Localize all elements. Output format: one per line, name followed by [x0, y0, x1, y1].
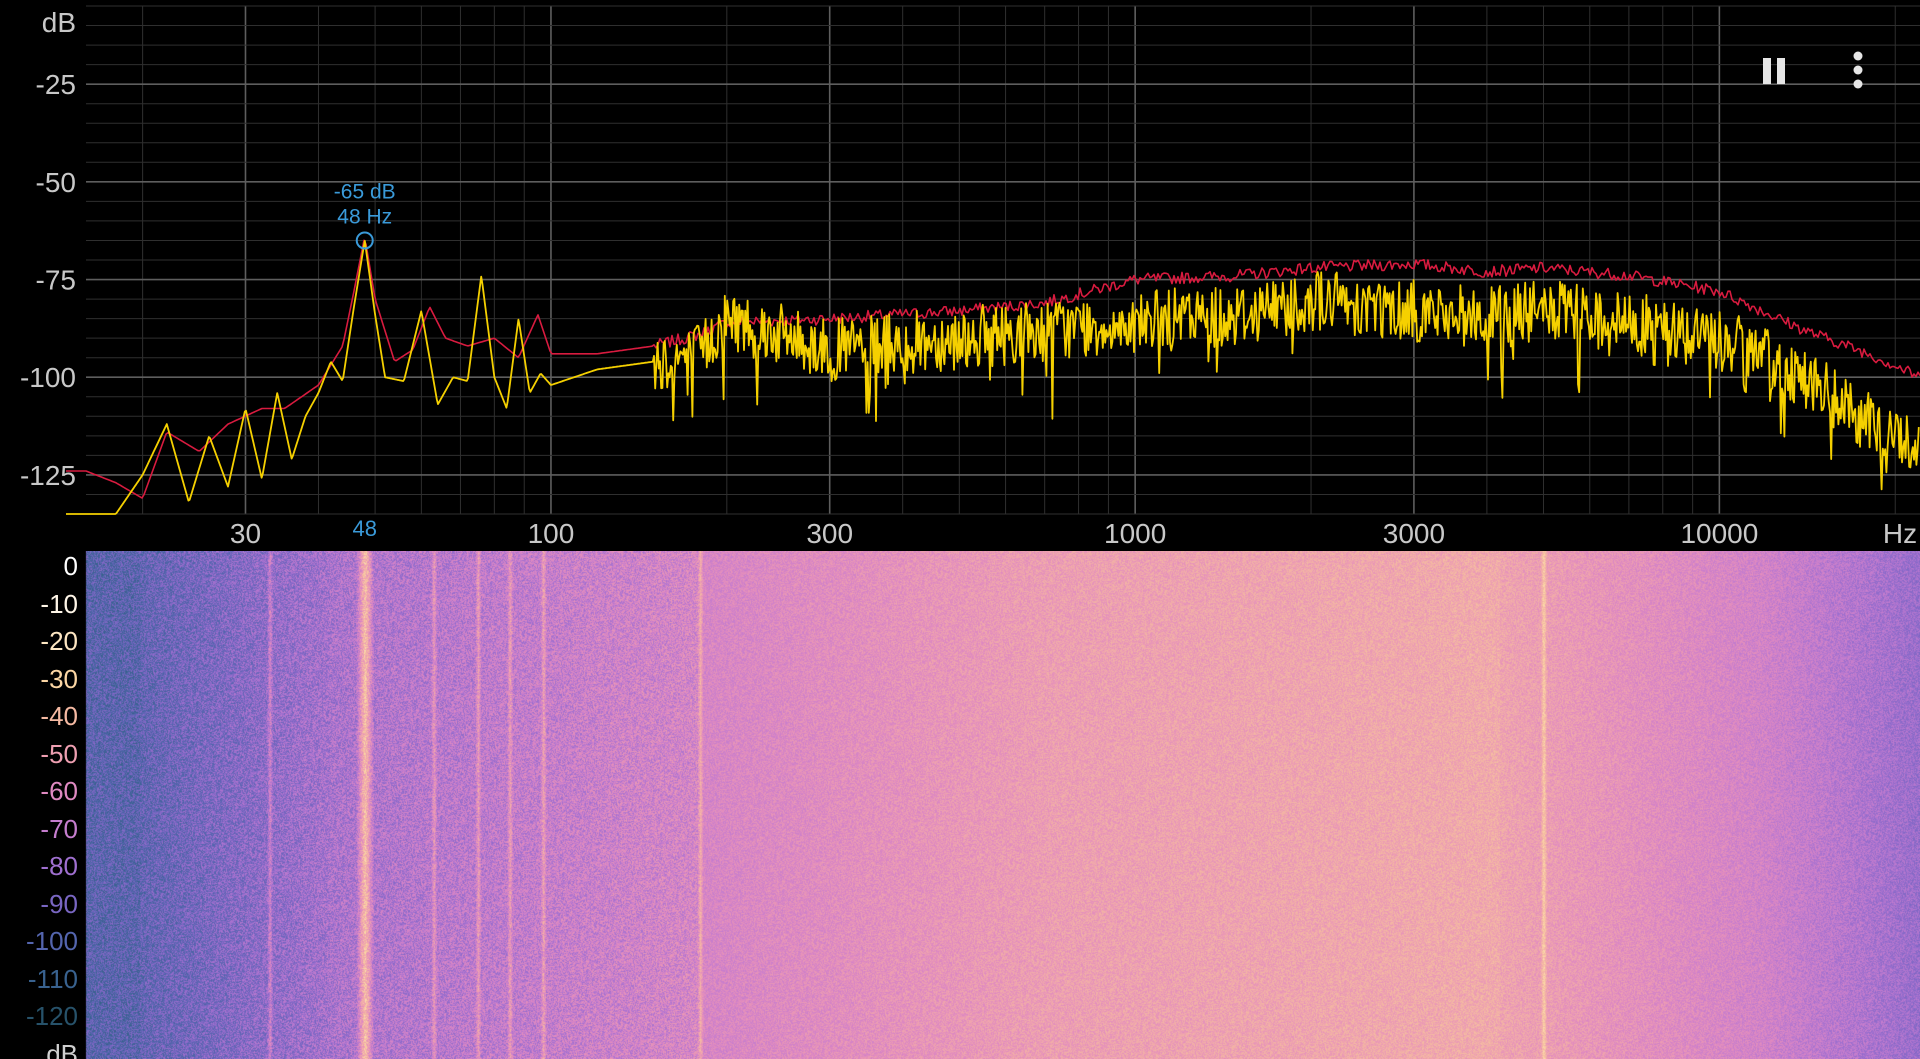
- y-tick-label: -25: [36, 69, 76, 100]
- x-unit-label: Hz: [1883, 518, 1917, 549]
- spectrogram-scale-label: -40: [40, 701, 78, 731]
- spectrogram[interactable]: [0, 551, 1920, 1059]
- spectrum-plot[interactable]: -25 -50 -75 -100 -125 dB 30 100 300 1000 3000 10000…: [0, 0, 1920, 551]
- spectrogram-scale-label: -80: [40, 851, 78, 881]
- audio-analyzer-screen: -25 -50 -75 -100 -125 dB 30 100 300 1000 3000 10000…: [0, 0, 1920, 1059]
- spectrogram-scale-label: -90: [40, 888, 78, 919]
- toolbar: [1752, 48, 1880, 92]
- x-tick-label: 30: [230, 518, 261, 549]
- x-tick-label: 10000: [1680, 518, 1758, 549]
- spectrogram-scale-label: -70: [40, 813, 78, 844]
- x-tick-label: 300: [806, 518, 853, 549]
- spectrogram-scale-label: -20: [40, 626, 78, 656]
- y-tick-label: -100: [20, 362, 76, 393]
- spectrogram-scale-label: -10: [40, 588, 78, 619]
- spectrogram-scale-label: 0: [63, 551, 78, 581]
- spectrogram-scale-label: -60: [40, 776, 78, 806]
- x-tick-label: 1000: [1104, 518, 1166, 549]
- y-tick-label: -75: [36, 265, 76, 296]
- x-tick-label: 100: [528, 518, 575, 549]
- y-unit-label: dB: [42, 7, 76, 38]
- spectrogram-scale-label: -30: [40, 663, 78, 694]
- peak-db-label: -65 dB: [334, 180, 396, 203]
- more-vert-icon: [1853, 51, 1863, 89]
- pause-icon: [1763, 58, 1785, 84]
- spectrogram-scale-unit: dB: [46, 1038, 78, 1059]
- y-tick-label: -125: [20, 460, 76, 491]
- pause-button[interactable]: [1752, 48, 1796, 92]
- y-tick-label: -50: [36, 167, 76, 198]
- spectrum-background: [0, 0, 1920, 551]
- peak-hz-label: 48 Hz: [337, 205, 392, 228]
- spectrogram-db-scale: 0 -10 -20 -30 -40 -50 -60 -70 -80 -90 -100 -110 -120…: [0, 551, 86, 1059]
- overflow-menu-button[interactable]: [1836, 48, 1880, 92]
- x-tick-label: 3000: [1383, 518, 1445, 549]
- peak-frequency-axis-label: 48: [352, 516, 376, 541]
- spectrogram-scale-label: -100: [25, 926, 78, 956]
- spectrogram-scale-label: -120: [25, 1001, 78, 1031]
- spectrogram-scale-label: -50: [40, 738, 78, 769]
- spectrogram-scale-label: -110: [27, 963, 78, 994]
